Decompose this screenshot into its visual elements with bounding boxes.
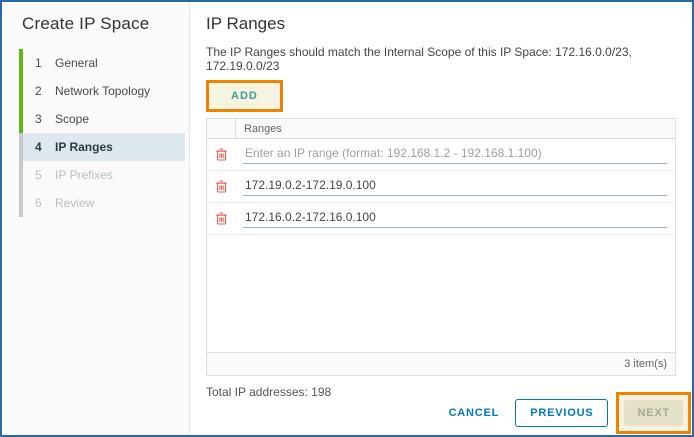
step-progress-bar: [19, 49, 23, 217]
step-network-topology[interactable]: 2 Network Topology: [23, 77, 185, 105]
add-range-button[interactable]: ADD: [209, 83, 280, 109]
wizard-sidebar: Create IP Space 1 General 2 Network Topo…: [2, 2, 190, 435]
trash-icon: [215, 180, 227, 193]
dialog-title: Create IP Space: [22, 14, 150, 33]
table-empty-area: [207, 235, 675, 353]
ip-range-input-1[interactable]: [243, 177, 667, 196]
add-button-highlight-annotation: ADD: [206, 80, 283, 112]
step-scope[interactable]: 3 Scope: [23, 105, 185, 133]
table-footer: 3 item(s): [207, 353, 675, 375]
wizard-steps: 1 General 2 Network Topology 3 Scope 4 I…: [2, 49, 189, 217]
step-review: 6 Review: [35, 196, 95, 210]
step-ip-prefixes: 5 IP Prefixes: [35, 168, 113, 182]
ip-ranges-panel: IP Ranges The IP Ranges should match the…: [190, 2, 692, 435]
page-title: IP Ranges: [206, 14, 286, 33]
ip-range-input-new[interactable]: [243, 145, 667, 164]
ranges-column-header: Ranges: [235, 119, 282, 138]
delete-range-button[interactable]: [207, 148, 235, 161]
table-row: [207, 203, 675, 235]
delete-range-button[interactable]: [207, 180, 235, 193]
trash-icon: [215, 212, 227, 225]
ip-range-input-2[interactable]: [243, 209, 667, 228]
trash-icon: [215, 148, 227, 161]
delete-range-button[interactable]: [207, 212, 235, 225]
delete-column-header: [207, 119, 235, 138]
progress-bar-remaining: [19, 133, 23, 217]
create-ip-space-dialog: Create IP Space 1 General 2 Network Topo…: [0, 0, 694, 437]
ip-ranges-table: Ranges Enter an IP range (format: 192.16…: [206, 118, 676, 376]
table-row: [207, 139, 675, 171]
table-row: [207, 171, 675, 203]
previous-button[interactable]: PREVIOUS: [515, 399, 609, 427]
next-button-highlight-annotation: NEXT: [616, 392, 691, 434]
table-header: Ranges: [207, 119, 675, 139]
item-count: 3 item(s): [624, 358, 667, 370]
step-ip-ranges[interactable]: 4 IP Ranges: [23, 133, 185, 161]
progress-bar-completed: [19, 49, 23, 133]
wizard-actions: CANCEL PREVIOUS NEXT: [449, 392, 691, 434]
cancel-button[interactable]: CANCEL: [449, 407, 500, 419]
scope-hint-text: The IP Ranges should match the Internal …: [206, 45, 632, 73]
next-button[interactable]: NEXT: [624, 400, 683, 426]
step-general[interactable]: 1 General: [23, 49, 185, 77]
